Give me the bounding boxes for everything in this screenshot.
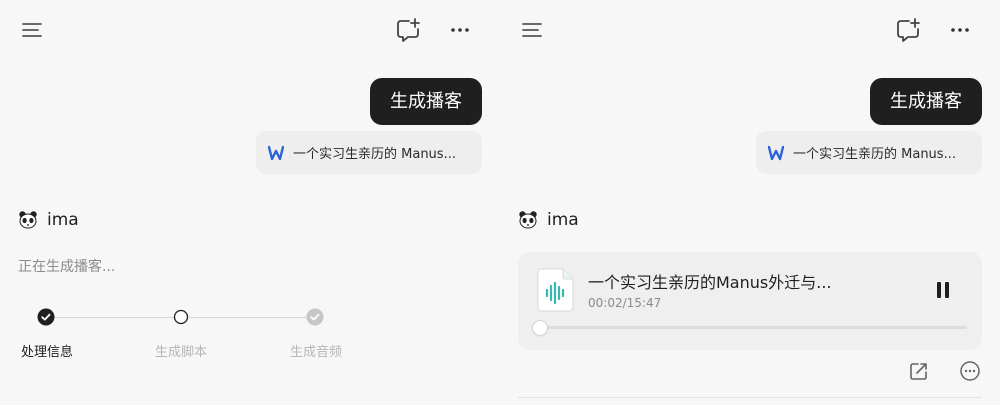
assistant-name: ima (47, 210, 79, 230)
step-active-icon (173, 309, 189, 325)
divider (518, 397, 982, 398)
pause-button[interactable] (932, 279, 954, 301)
prompt-bubble: 生成播客 (870, 78, 982, 125)
step-label-audio: 生成音频 (289, 345, 343, 360)
assistant-name: ima (547, 210, 579, 230)
word-document-icon (768, 145, 784, 160)
attachment-name: 一个实习生亲历的 Manus... (793, 147, 956, 162)
menu-icon[interactable] (518, 16, 546, 44)
attachment-name: 一个实习生亲历的 Manus... (293, 147, 456, 162)
step-done-icon (37, 308, 55, 326)
track-title: 一个实习生亲历的Manus外迁与... (588, 273, 832, 292)
audio-file-icon (537, 268, 574, 312)
panda-icon (19, 211, 37, 229)
attachment-chip[interactable]: 一个实习生亲历的 Manus... (256, 131, 482, 174)
progress-thumb[interactable] (532, 321, 547, 335)
step-label-process: 处理信息 (20, 345, 74, 360)
left-screen: 生成播客 一个实习生亲历的 Manus... ima 正在生成播客... 处理信… (0, 0, 500, 405)
progress-connector (189, 317, 308, 318)
prompt-bubble: 生成播客 (370, 78, 482, 125)
step-pending-icon (306, 308, 324, 326)
new-chat-icon[interactable] (394, 16, 422, 44)
more-circle-icon[interactable] (959, 360, 981, 382)
assistant-header: ima (518, 210, 579, 230)
progress-track[interactable] (539, 326, 967, 329)
menu-icon[interactable] (18, 16, 46, 44)
step-label-script: 生成脚本 (154, 345, 208, 360)
share-icon[interactable] (908, 360, 930, 382)
new-chat-icon[interactable] (894, 16, 922, 44)
more-icon[interactable] (446, 16, 474, 44)
progress-connector (54, 317, 174, 318)
track-time: 00:02/15:47 (588, 296, 662, 310)
podcast-player-card[interactable]: 一个实习生亲历的Manus外迁与... 00:02/15:47 (518, 252, 982, 350)
panda-icon (519, 211, 537, 229)
word-document-icon (268, 145, 284, 160)
more-icon[interactable] (946, 16, 974, 44)
attachment-chip[interactable]: 一个实习生亲历的 Manus... (756, 131, 982, 174)
status-text: 正在生成播客... (18, 259, 116, 275)
right-screen: 生成播客 一个实习生亲历的 Manus... ima 一个实习生亲历的Manus… (500, 0, 1000, 405)
assistant-header: ima (18, 210, 79, 230)
